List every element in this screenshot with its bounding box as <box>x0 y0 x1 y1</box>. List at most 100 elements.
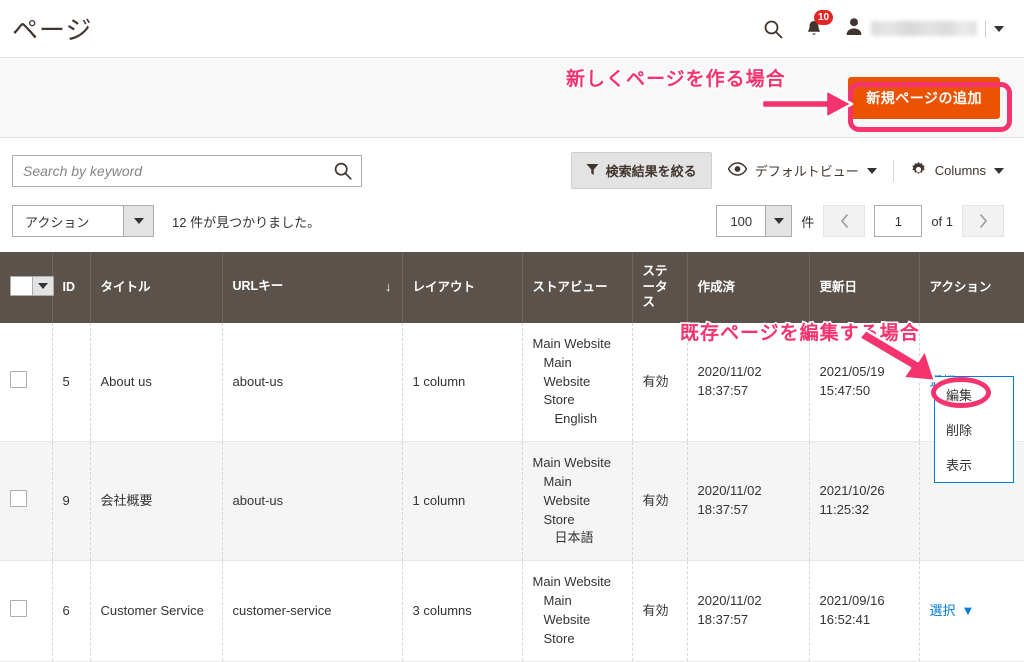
store-website: Main Website <box>532 574 612 590</box>
cell-title: Customer Service <box>90 560 223 662</box>
mass-action-select[interactable]: アクション <box>12 205 154 237</box>
column-header-action: アクション <box>919 252 1024 323</box>
pages-grid: ID タイトル URLキー ↓ レイアウト ストアビュー ステータス 作成済 更… <box>0 252 1024 662</box>
header-actions: 10 <box>763 9 1004 41</box>
row-action-menu[interactable]: 編集 削除 表示 <box>934 376 1014 483</box>
select-all-checkbox-group[interactable] <box>10 275 54 296</box>
page-header: ページ 10 <box>0 0 1024 57</box>
filters-button[interactable]: 検索結果を絞る <box>570 152 712 189</box>
created-time: 18:37:57 <box>697 612 749 627</box>
row-checkbox[interactable] <box>10 370 27 388</box>
search-box <box>12 154 362 187</box>
header-divider <box>985 20 986 37</box>
select-all-checkbox[interactable] <box>11 276 32 295</box>
toolbar-row-top: 検索結果を絞る デフォルトビュー Columns <box>12 152 1004 189</box>
row-checkbox[interactable] <box>10 489 27 507</box>
user-icon <box>845 17 863 41</box>
cell-title: 会社概要 <box>90 441 223 562</box>
created-date: 2020/11/02 <box>697 483 762 499</box>
total-pages-label: of 1 <box>931 213 953 229</box>
user-name <box>871 21 977 36</box>
user-menu[interactable] <box>845 17 1004 41</box>
chevron-down-icon <box>994 167 1004 174</box>
updated-time: 15:47:50 <box>819 382 871 398</box>
filters-button-label: 検索結果を絞る <box>605 164 697 179</box>
page-actions-bar: 新規ページの追加 <box>0 57 1024 138</box>
row-checkbox-cell[interactable] <box>0 441 53 562</box>
cell-action[interactable]: 選択 ▼ <box>919 560 1024 662</box>
chevron-down-icon <box>123 206 153 236</box>
cell-status: 有効 <box>632 560 688 662</box>
columns-label: Columns <box>934 163 986 178</box>
row-action-label: 選択 <box>929 602 956 618</box>
row-checkbox[interactable] <box>10 599 27 617</box>
cell-layout: 3 columns <box>402 560 523 662</box>
store-website: Main Website <box>532 335 612 351</box>
funnel-icon <box>586 163 599 179</box>
notifications-bell-icon[interactable]: 10 <box>805 9 833 39</box>
column-header-url-key[interactable]: URLキー ↓ <box>222 252 403 323</box>
cell-store-view: Main Website Main Website Store English <box>522 322 633 443</box>
pagination: 100 件 of 1 <box>716 205 1004 237</box>
cell-status: 有効 <box>632 441 688 562</box>
toolbar-right-controls: 検索結果を絞る デフォルトビュー Columns <box>570 152 1004 189</box>
chevron-down-icon <box>765 206 792 236</box>
cell-id: 5 <box>52 322 91 443</box>
updated-time: 11:25:32 <box>819 502 870 518</box>
table-row[interactable]: 6 Customer Service customer-service 3 co… <box>0 560 1024 662</box>
view-label: デフォルトビュー <box>754 164 859 179</box>
menu-item-view[interactable]: 表示 <box>935 447 1013 482</box>
columns-control[interactable]: Columns <box>910 161 1004 181</box>
store-group: Main Website Store <box>543 354 591 408</box>
column-header-updated[interactable]: 更新日 <box>809 252 920 323</box>
menu-item-delete[interactable]: 削除 <box>935 412 1013 447</box>
current-page-input[interactable] <box>874 205 923 237</box>
row-checkbox-cell[interactable] <box>0 322 53 443</box>
updated-date: 2021/10/26 <box>819 483 885 499</box>
cell-store-view: Main Website Main Website Store 日本語 <box>522 441 633 562</box>
cell-status: 有効 <box>632 322 688 443</box>
column-header-status[interactable]: ステータス <box>632 252 688 323</box>
cell-created: 2020/11/02 18:37:57 <box>687 441 810 562</box>
column-header-title[interactable]: タイトル <box>90 252 223 323</box>
column-header-layout[interactable]: レイアウト <box>402 252 523 323</box>
cell-layout: 1 column <box>402 441 523 562</box>
cell-id: 9 <box>52 441 91 562</box>
search-input[interactable] <box>12 154 362 187</box>
toolbar-divider <box>892 159 894 182</box>
chevron-down-icon[interactable] <box>32 276 53 295</box>
next-page-button[interactable] <box>962 205 1004 237</box>
store-view: 日本語 <box>554 530 594 546</box>
menu-item-edit[interactable]: 編集 <box>935 377 1013 412</box>
row-action-select[interactable]: 選択 ▼ <box>930 602 975 621</box>
column-header-created[interactable]: 作成済 <box>687 252 810 323</box>
page-title: ページ <box>12 15 93 45</box>
notifications-count-badge: 10 <box>814 9 833 25</box>
updated-time: 16:52:41 <box>819 612 871 627</box>
mass-action-label: アクション <box>25 214 90 230</box>
table-row[interactable]: 5 About us about-us 1 column Main Websit… <box>0 322 1024 443</box>
column-header-url-key-label: URLキー <box>232 279 284 294</box>
column-header-store-view[interactable]: ストアビュー <box>522 252 633 323</box>
per-page-select[interactable]: 100 <box>716 205 793 237</box>
chevron-down-icon: ▼ <box>961 602 975 618</box>
add-new-page-button[interactable]: 新規ページの追加 <box>848 76 1000 119</box>
cell-layout: 1 column <box>402 322 523 443</box>
prev-page-button[interactable] <box>823 205 866 237</box>
cell-store-view: Main Website Main Website Store <box>522 560 633 662</box>
chevron-down-icon[interactable] <box>994 25 1004 32</box>
cell-created: 2020/11/02 18:37:57 <box>687 560 810 662</box>
store-group: Main Website Store <box>543 473 591 527</box>
search-icon[interactable] <box>763 19 783 39</box>
column-header-select-all[interactable] <box>0 252 54 323</box>
store-view: English <box>554 411 598 427</box>
table-row[interactable]: 9 会社概要 about-us 1 column Main Website Ma… <box>0 441 1024 562</box>
updated-date: 2021/09/16 <box>819 593 885 609</box>
created-date: 2020/11/02 <box>697 593 762 609</box>
gear-icon <box>910 161 927 181</box>
view-bookmarks-control[interactable]: デフォルトビュー <box>727 161 877 180</box>
sort-desc-icon: ↓ <box>385 279 392 295</box>
row-checkbox-cell[interactable] <box>0 560 53 662</box>
column-header-id[interactable]: ID <box>52 252 91 323</box>
per-page-value: 100 <box>730 213 753 229</box>
